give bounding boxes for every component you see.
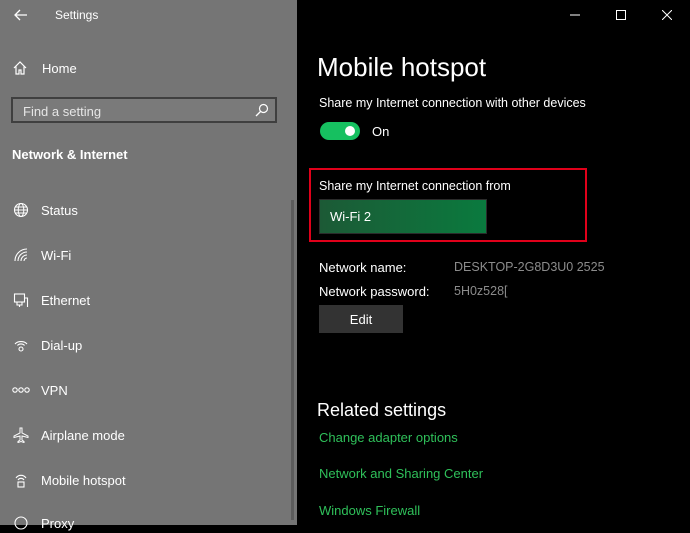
sidebar-item-home[interactable]: Home — [12, 58, 77, 78]
share-connection-label: Share my Internet connection with other … — [319, 96, 586, 110]
change-adapter-options-link[interactable]: Change adapter options — [319, 430, 458, 445]
wifi-icon — [12, 246, 30, 264]
network-sharing-center-link[interactable]: Network and Sharing Center — [319, 466, 483, 481]
section-title: Network & Internet — [12, 147, 128, 162]
airplane-icon — [12, 426, 30, 444]
share-from-label: Share my Internet connection from — [319, 179, 511, 193]
related-settings-title: Related settings — [317, 400, 447, 420]
maximize-icon — [616, 10, 626, 20]
sidebar-item-label: Status — [41, 202, 78, 218]
toggle-state-label: On — [372, 124, 390, 139]
sidebar-scrollbar[interactable] — [291, 200, 294, 520]
sidebar-item-label: Mobile hotspot — [41, 472, 126, 488]
sidebar-item-vpn[interactable]: VPN — [12, 380, 282, 400]
sidebar-item-label: Wi-Fi — [41, 247, 72, 263]
window-controls — [552, 0, 690, 30]
network-password-value: 5H0z528[ — [454, 284, 508, 298]
toggle-knob — [345, 126, 355, 136]
sidebar-item-label: Airplane mode — [41, 427, 125, 443]
hotspot-icon — [12, 471, 30, 489]
sidebar-item-label: VPN — [41, 382, 68, 398]
sidebar-item-label: Dial-up — [41, 337, 83, 353]
hotspot-toggle[interactable] — [320, 122, 360, 140]
globe-icon — [12, 201, 30, 219]
sidebar-item-ethernet[interactable]: Ethernet — [12, 290, 282, 310]
sidebar-item-airplane-mode[interactable]: Airplane mode — [12, 425, 282, 445]
network-password-label: Network password: — [319, 284, 430, 299]
edit-button[interactable]: Edit — [319, 305, 403, 333]
close-icon — [662, 10, 672, 20]
minimize-button[interactable] — [552, 0, 598, 30]
title-bar: Settings — [0, 0, 297, 32]
sidebar-item-proxy[interactable]: Proxy — [12, 513, 282, 533]
search-box[interactable] — [11, 97, 277, 123]
search-input[interactable] — [13, 99, 255, 123]
sidebar-item-status[interactable]: Status — [12, 200, 282, 220]
sidebar-item-label: Ethernet — [41, 292, 91, 308]
vpn-icon — [12, 381, 30, 399]
share-from-value: Wi-Fi 2 — [330, 209, 372, 224]
main-content: Mobile hotspot Share my Internet connect… — [297, 0, 690, 525]
page-title: Mobile hotspot — [317, 52, 487, 82]
sidebar-item-label: Proxy — [41, 515, 75, 531]
sidebar-item-dialup[interactable]: Dial-up — [12, 335, 282, 355]
search-icon[interactable] — [255, 103, 269, 122]
minimize-icon — [570, 14, 580, 16]
back-arrow-icon — [14, 9, 27, 21]
ethernet-icon — [12, 291, 30, 309]
maximize-button[interactable] — [598, 0, 644, 30]
close-button[interactable] — [644, 0, 690, 30]
app-title: Settings — [55, 8, 99, 22]
home-icon — [13, 61, 27, 75]
back-button[interactable] — [10, 5, 32, 25]
sidebar: Settings Home Network & Internet Status … — [0, 0, 297, 531]
sidebar-item-wifi[interactable]: Wi-Fi — [12, 245, 282, 265]
network-name-value: DESKTOP-2G8D3U0 2525 — [454, 260, 605, 274]
dialup-icon — [12, 336, 30, 354]
share-from-select[interactable]: Wi-Fi 2 — [319, 199, 487, 234]
proxy-icon — [12, 514, 30, 532]
home-label: Home — [42, 60, 77, 76]
network-name-label: Network name: — [319, 260, 407, 275]
windows-firewall-link[interactable]: Windows Firewall — [319, 503, 420, 518]
sidebar-item-mobile-hotspot[interactable]: Mobile hotspot — [12, 470, 282, 490]
